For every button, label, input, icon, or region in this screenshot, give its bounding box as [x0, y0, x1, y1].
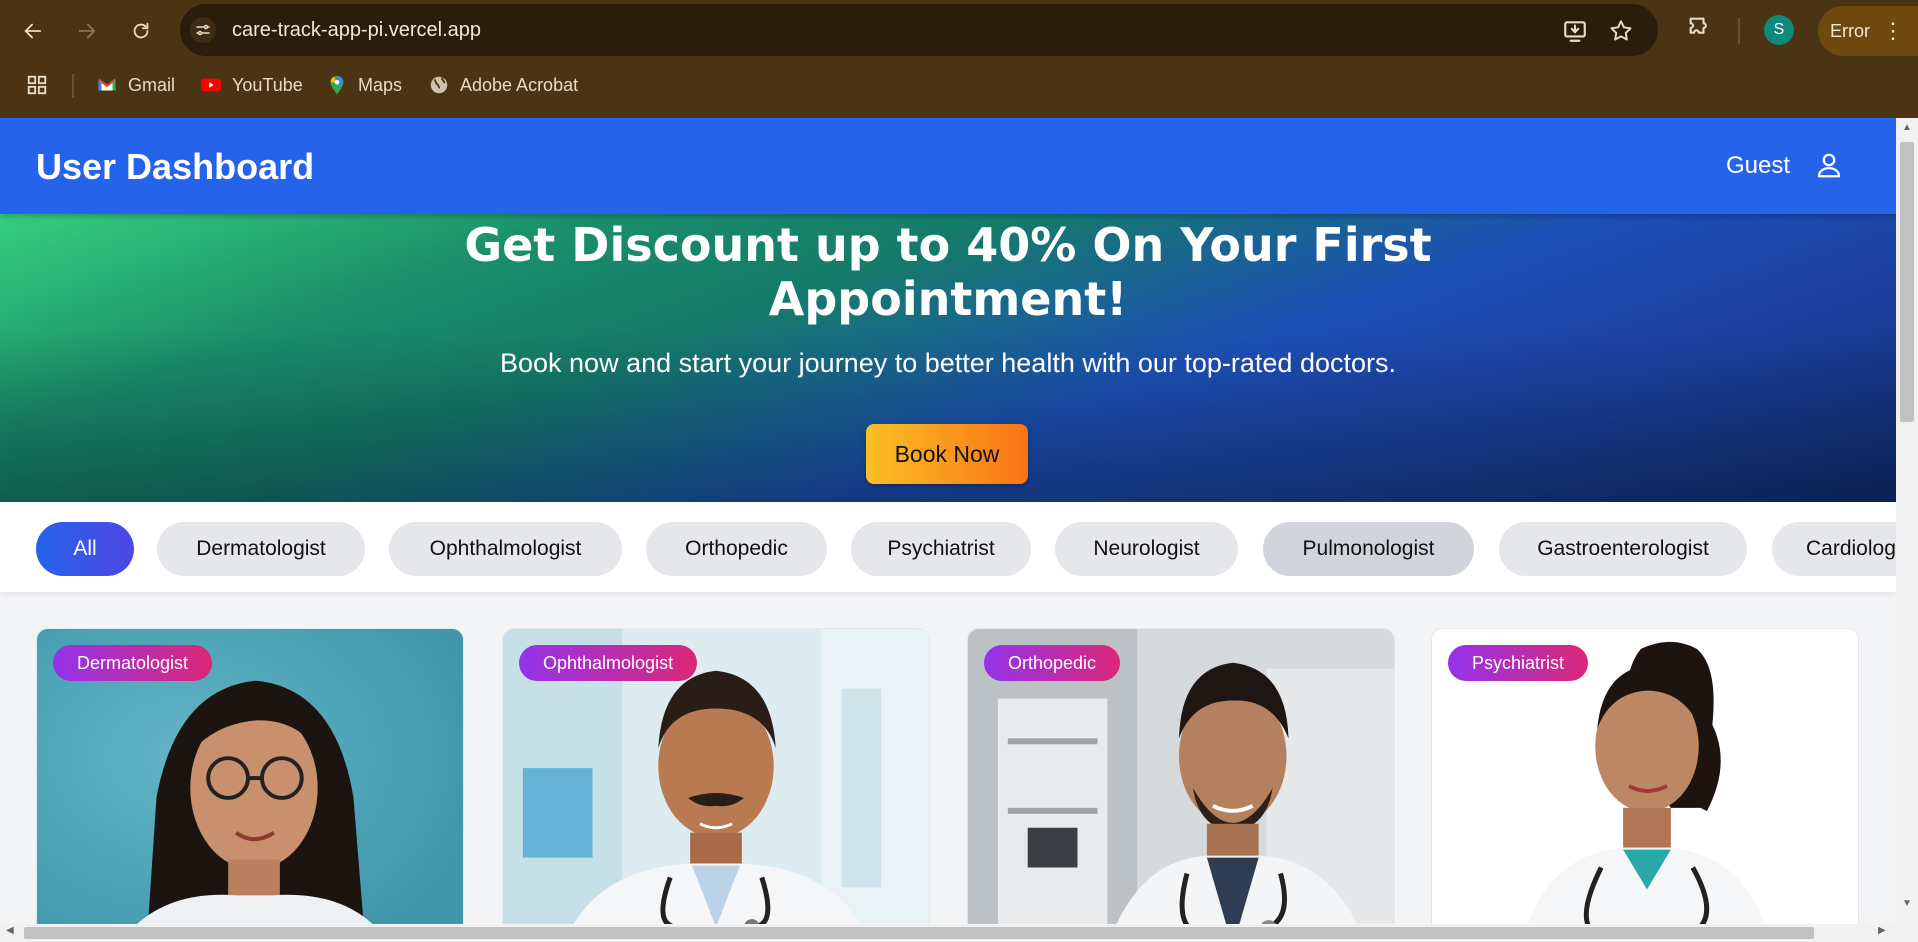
- address-bar[interactable]: care-track-app-pi.vercel.app: [180, 4, 1658, 56]
- specialty-badge: Psychiatrist: [1448, 645, 1589, 681]
- vertical-scrollbar[interactable]: ▲ ▼: [1896, 118, 1918, 924]
- scroll-up-arrow-icon[interactable]: ▲: [1902, 122, 1912, 133]
- filter-chip-cardiologist[interactable]: Cardiologist: [1772, 522, 1896, 576]
- user-icon[interactable]: [1814, 150, 1844, 180]
- promo-banner: Get Discount up to 40% On Your First App…: [0, 214, 1896, 502]
- scroll-right-arrow-icon[interactable]: ▶: [1878, 925, 1886, 936]
- filter-chip-gastroenterologist[interactable]: Gastroenterologist: [1499, 522, 1747, 576]
- doctor-card[interactable]: Orthopedic: [967, 628, 1395, 924]
- scroll-down-arrow-icon[interactable]: ▼: [1902, 898, 1912, 909]
- specialty-badge: Orthopedic: [984, 645, 1121, 681]
- horizontal-scrollbar[interactable]: ◀ ▶: [0, 924, 1918, 942]
- user-name[interactable]: Guest: [1726, 152, 1790, 180]
- error-button[interactable]: Error ⋮: [1818, 6, 1918, 56]
- bookmarks-bar: Gmail YouTube Maps Adobe Acrobat: [0, 64, 1918, 108]
- maps-icon: [326, 74, 348, 96]
- browser-chrome: care-track-app-pi.vercel.app S Error ⋮ G…: [0, 0, 1918, 118]
- doctor-card-grid: Dermatologist Ophthalmologist Orthopedic…: [0, 628, 1896, 924]
- specialty-badge: Dermatologist: [53, 645, 213, 681]
- filter-chip-psychiatrist[interactable]: Psychiatrist: [851, 522, 1031, 576]
- install-app-icon[interactable]: [1562, 18, 1588, 44]
- doctor-card[interactable]: Psychiatrist: [1431, 628, 1859, 924]
- vertical-scroll-thumb[interactable]: [1900, 142, 1914, 422]
- apps-button[interactable]: [26, 74, 58, 96]
- bookmark-label: Maps: [358, 74, 403, 95]
- arrow-left-icon: [24, 23, 42, 39]
- bookmark-divider: [72, 74, 74, 98]
- youtube-icon: [200, 74, 222, 96]
- reload-button[interactable]: [122, 12, 160, 50]
- book-now-button[interactable]: Book Now: [866, 424, 1028, 484]
- url-text[interactable]: care-track-app-pi.vercel.app: [232, 19, 481, 42]
- site-info-icon[interactable]: [190, 17, 216, 43]
- filter-chip-orthopedic[interactable]: Orthopedic: [646, 522, 827, 576]
- error-label: Error: [1830, 20, 1870, 41]
- filter-chip-ophthalmologist[interactable]: Ophthalmologist: [389, 522, 622, 576]
- star-icon[interactable]: [1608, 18, 1634, 44]
- promo-title: Get Discount up to 40% On Your First App…: [464, 218, 1432, 326]
- filter-chip-neurologist[interactable]: Neurologist: [1055, 522, 1238, 576]
- bookmark-adobe-acrobat[interactable]: Adobe Acrobat: [428, 74, 578, 96]
- bookmark-label: YouTube: [232, 74, 303, 95]
- reload-icon: [133, 22, 149, 39]
- bookmark-youtube[interactable]: YouTube: [200, 74, 303, 96]
- kebab-menu-icon[interactable]: ⋮: [1882, 20, 1904, 42]
- bookmark-label: Gmail: [128, 74, 176, 95]
- globe-icon: [428, 74, 450, 96]
- scroll-left-arrow-icon[interactable]: ◀: [6, 925, 14, 936]
- arrow-right-icon: [78, 23, 96, 39]
- filter-chip-all[interactable]: All: [36, 522, 134, 576]
- doctor-card[interactable]: Ophthalmologist: [502, 628, 930, 924]
- promo-subtitle: Book now and start your journey to bette…: [500, 348, 1396, 378]
- bookmark-label: Adobe Acrobat: [460, 74, 579, 95]
- forward-button[interactable]: [68, 12, 106, 50]
- extensions-icon[interactable]: [1686, 14, 1714, 42]
- horizontal-scroll-thumb[interactable]: [24, 927, 1814, 939]
- specialty-filter-bar: All Dermatologist Ophthalmologist Orthop…: [0, 502, 1896, 592]
- profile-avatar[interactable]: S: [1764, 15, 1794, 45]
- specialty-badge: Ophthalmologist: [519, 645, 698, 681]
- filter-chip-dermatologist[interactable]: Dermatologist: [157, 522, 365, 576]
- app-header: User Dashboard Guest: [0, 118, 1896, 214]
- apps-grid-icon: [26, 74, 48, 96]
- doctor-card[interactable]: Dermatologist: [36, 628, 464, 924]
- page-viewport: User Dashboard Guest Get Discount up to …: [0, 118, 1896, 924]
- page-title: User Dashboard: [36, 146, 315, 187]
- back-button[interactable]: [14, 12, 52, 50]
- filter-chip-pulmonologist[interactable]: Pulmonologist: [1263, 522, 1474, 576]
- bookmark-maps[interactable]: Maps: [326, 74, 402, 96]
- toolbar-divider: [1738, 18, 1740, 44]
- gmail-icon: [96, 74, 118, 96]
- bookmark-gmail[interactable]: Gmail: [96, 74, 175, 96]
